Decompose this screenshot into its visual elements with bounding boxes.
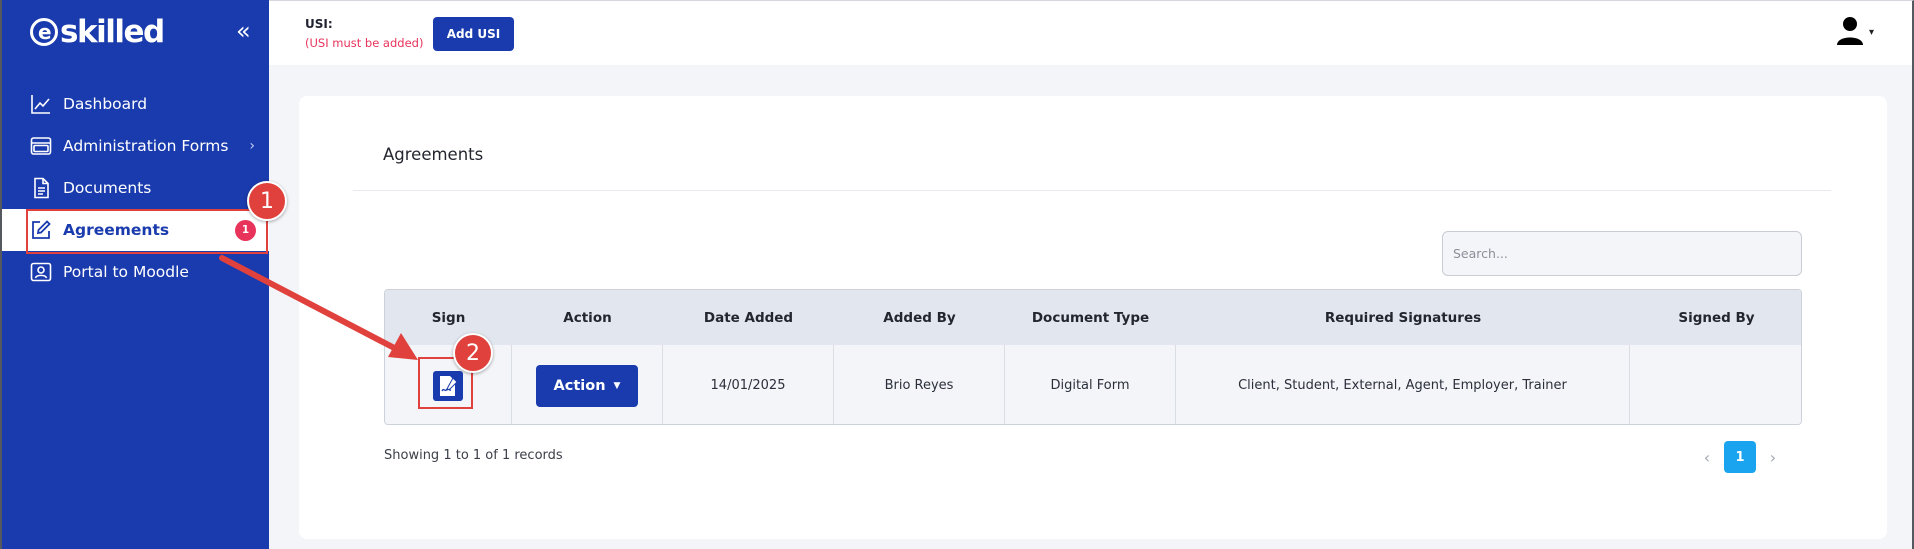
top-header: USI: (USI must be added) Add USI ▾: [269, 0, 1914, 65]
sidebar-item-dashboard[interactable]: Dashboard: [2, 83, 269, 125]
page-title: Agreements: [383, 145, 484, 164]
chart-line-icon: [29, 92, 53, 116]
column-header-added-by[interactable]: Added By: [834, 290, 1005, 345]
user-menu[interactable]: ▾: [1835, 15, 1874, 49]
sidebar-item-label: Dashboard: [63, 95, 148, 113]
cell-document-type: Digital Form: [1005, 345, 1176, 424]
usi-warning: (USI must be added): [305, 36, 424, 50]
cell-date-added: 14/01/2025: [663, 345, 834, 424]
next-page-icon[interactable]: ›: [1756, 441, 1790, 473]
sidebar-item-documents[interactable]: Documents: [2, 167, 269, 209]
prev-page-icon[interactable]: ‹: [1690, 441, 1724, 473]
table-header: Sign Action Date Added Added By Document…: [385, 290, 1801, 345]
annotation-step-1: 1: [247, 181, 287, 221]
chevron-right-icon: ›: [249, 138, 255, 154]
document-icon: [29, 176, 53, 200]
portrait-icon: [29, 260, 53, 284]
usi-label: USI:: [305, 17, 333, 31]
sidebar-item-label: Documents: [63, 179, 152, 197]
user-icon: [1835, 15, 1865, 49]
action-label: Action: [553, 377, 606, 394]
cell-added-by: Brio Reyes: [834, 345, 1005, 424]
column-header-action[interactable]: Action: [512, 290, 663, 345]
sidebar: e skilled « Dashboard Administration For…: [0, 0, 269, 549]
action-dropdown-button[interactable]: Action ▼: [536, 364, 638, 407]
column-header-sign[interactable]: Sign: [385, 290, 512, 345]
sidebar-item-label: Administration Forms: [63, 137, 229, 155]
column-header-date-added[interactable]: Date Added: [663, 290, 834, 345]
divider: [353, 190, 1831, 191]
column-header-required-signatures[interactable]: Required Signatures: [1176, 290, 1630, 345]
pagination: ‹ 1 ›: [1690, 441, 1790, 473]
logo-text: skilled: [60, 14, 165, 50]
annotation-step-2: 2: [453, 333, 493, 373]
logo[interactable]: e skilled: [30, 12, 165, 52]
cell-required-signatures: Client, Student, External, Agent, Employ…: [1176, 345, 1630, 424]
collapse-sidebar-icon[interactable]: «: [236, 17, 251, 45]
sidebar-item-administration-forms[interactable]: Administration Forms ›: [2, 125, 269, 167]
agreements-table: Sign Action Date Added Added By Document…: [384, 289, 1802, 425]
column-header-document-type[interactable]: Document Type: [1005, 290, 1176, 345]
annotation-highlight-agreements: [26, 209, 268, 254]
window-stack-icon: [29, 134, 53, 158]
records-info: Showing 1 to 1 of 1 records: [384, 448, 563, 463]
table-row: Action ▼ 14/01/2025 Brio Reyes Digital F…: [385, 345, 1801, 424]
search-input[interactable]: [1442, 231, 1802, 276]
logo-e-mark: e: [30, 18, 58, 46]
sidebar-nav: Dashboard Administration Forms › Documen…: [2, 83, 269, 293]
sidebar-item-portal-to-moodle[interactable]: Portal to Moodle: [2, 251, 269, 293]
sidebar-item-label: Portal to Moodle: [63, 263, 189, 281]
page-number-button[interactable]: 1: [1724, 441, 1756, 473]
cell-signed-by: [1630, 345, 1801, 424]
chevron-down-icon: ▾: [1868, 26, 1874, 38]
cell-action: Action ▼: [512, 345, 663, 424]
caret-down-icon: ▼: [613, 380, 621, 391]
add-usi-button[interactable]: Add USI: [433, 17, 514, 51]
column-header-signed-by[interactable]: Signed By: [1630, 290, 1801, 345]
